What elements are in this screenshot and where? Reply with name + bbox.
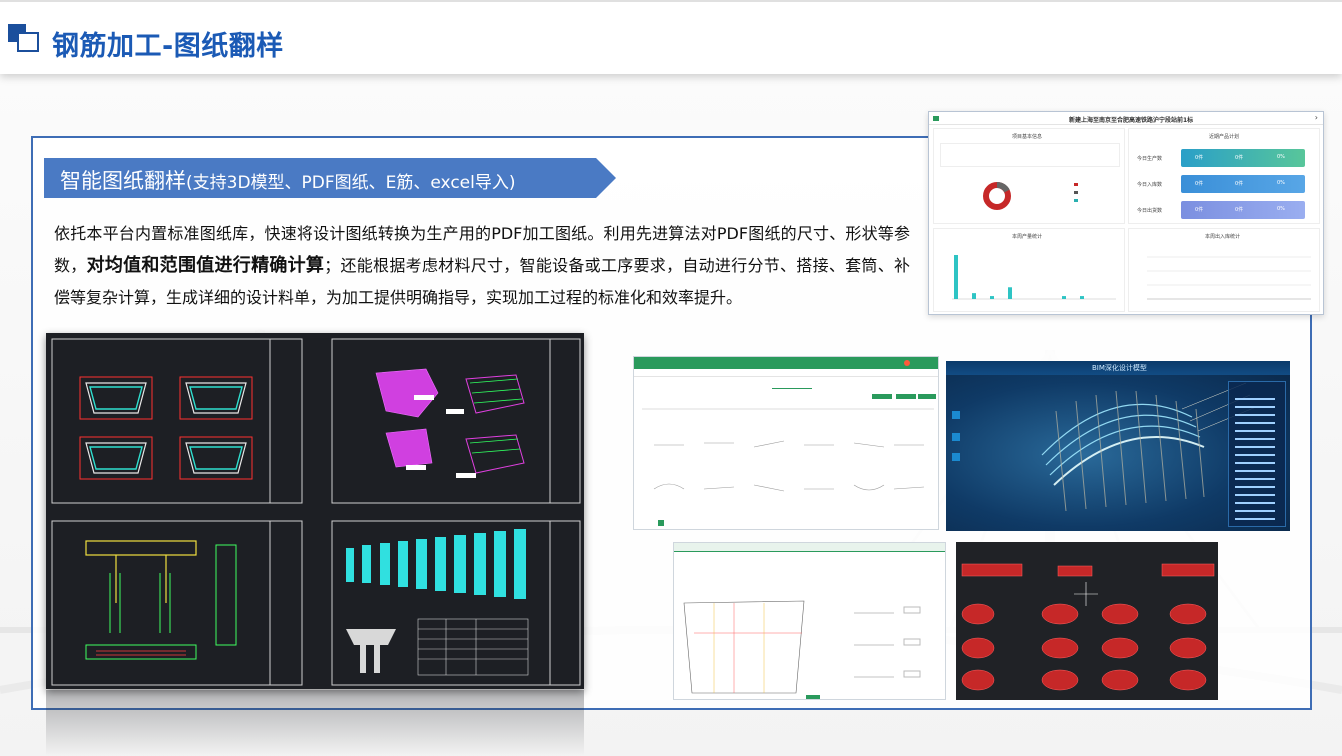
plan-row-1-c: 0%: [1277, 154, 1285, 160]
week-bar: [1062, 296, 1066, 299]
shape-grid: [642, 408, 934, 492]
plan-row-2-bar: 0件 0件 0%: [1181, 175, 1305, 193]
basic-donut-chart: [983, 182, 1011, 210]
app-action-button[interactable]: [918, 394, 936, 399]
cad-drawings-screenshot: [46, 333, 584, 689]
plan-row-2-a: 0件: [1195, 181, 1204, 187]
description-text: 依托本平台内置标准图纸库，快速将设计图纸转换为生产用的PDF加工图纸。利用先进算…: [54, 218, 910, 314]
rebar-sections-screenshot: [956, 542, 1218, 700]
page-title: 钢筋加工-图纸翻样: [52, 31, 284, 62]
cad-reflection: [46, 690, 584, 756]
bim-tree-items: [1235, 398, 1275, 520]
panel-basic-info: 项目基本信息: [933, 128, 1125, 224]
plan-row-2-c: 0%: [1277, 180, 1285, 186]
dashboard-header: 新建上海至南京至合肥高速铁路沪宁段站前1标 ›: [929, 112, 1323, 125]
header-bar: 钢筋加工-图纸翻样: [0, 0, 1342, 74]
plan-row-1-bar: 0件 0件 0%: [1181, 149, 1305, 167]
week-bar-chart: [952, 255, 1116, 300]
detail-header: [674, 543, 945, 552]
dashboard-screenshot: 新建上海至南京至合肥高速铁路沪宁段站前1标 › 项目基本信息 近期产品计划 今日…: [928, 111, 1324, 315]
plan-row-2-b: 0件: [1235, 181, 1244, 187]
plan-row-3-bar: 0件 0件 0%: [1181, 201, 1305, 219]
detail-drawing: [683, 600, 921, 694]
plan-row-2-label: 今日入库数: [1137, 182, 1163, 188]
panel-plan: 近期产品计划 今日生产数 今日入库数 今日出货数 0件 0件 0% 0件 0件 …: [1128, 128, 1320, 224]
rebar-section-grid: [961, 563, 1215, 691]
cad-drawing-sheets: [51, 338, 581, 686]
panel-plan-title: 近期产品计划: [1209, 134, 1240, 140]
basic-legend: [1074, 181, 1118, 221]
week-bar: [954, 255, 958, 299]
plan-row-3-a: 0件: [1195, 207, 1204, 213]
bim-tool-icon[interactable]: [952, 411, 960, 419]
panel-week-output: 本周产量统计: [933, 228, 1125, 312]
plan-row-3-b: 0件: [1235, 207, 1244, 213]
plan-row-3-label: 今日出货数: [1137, 208, 1163, 214]
section-banner: 智能图纸翻样(支持3D模型、PDF图纸、E筋、excel导入): [44, 158, 616, 198]
top-rule: [0, 0, 1342, 2]
plan-row-1-a: 0件: [1195, 155, 1204, 161]
app-tabs: [634, 369, 938, 377]
inout-chart-grid: [1147, 256, 1311, 300]
app-subtabs[interactable]: [772, 381, 812, 389]
section-title-main: 智能图纸翻样: [60, 169, 186, 193]
bim-tree-panel[interactable]: [1228, 381, 1286, 527]
week-bar: [990, 296, 994, 299]
plan-row-3-c: 0%: [1277, 206, 1285, 212]
week-bar: [1008, 287, 1012, 299]
app-action-button[interactable]: [872, 394, 892, 399]
plan-row-1-label: 今日生产数: [1137, 156, 1163, 162]
bim-tool-icon[interactable]: [952, 453, 960, 461]
drawing-list-screenshot: [633, 356, 939, 530]
panel-basic-title: 项目基本信息: [1012, 134, 1043, 140]
logo-squares-icon: [8, 24, 42, 52]
app-action-button[interactable]: [896, 394, 916, 399]
week-bar: [972, 293, 976, 299]
basic-stat-cards: [940, 143, 1120, 167]
bim-model-screenshot: BIM深化设计模型: [946, 361, 1290, 531]
app-topbar: [634, 357, 938, 369]
notification-icon[interactable]: [904, 360, 910, 366]
section-title-sub: (支持3D模型、PDF图纸、E筋、excel导入): [186, 173, 516, 193]
dashboard-project-title: 新建上海至南京至合肥高速铁路沪宁段站前1标: [1069, 117, 1194, 124]
pagination-active[interactable]: [658, 520, 664, 526]
rebar-detail-screenshot: [673, 542, 946, 700]
dashboard-logo-icon: [933, 116, 939, 121]
panel-inout: 本周出入库统计: [1128, 228, 1320, 312]
week-bar: [1080, 296, 1084, 299]
panel-week-title: 本周产量统计: [1012, 234, 1043, 240]
chevron-right-icon[interactable]: ›: [1315, 113, 1318, 122]
bim-tool-icon[interactable]: [952, 433, 960, 441]
section-title: 智能图纸翻样(支持3D模型、PDF图纸、E筋、excel导入): [60, 165, 515, 195]
plan-row-1-b: 0件: [1235, 155, 1244, 161]
description-bold: 对均值和范围值进行精确计算: [86, 255, 325, 276]
panel-inout-title: 本周出入库统计: [1205, 234, 1241, 240]
detail-confirm-button[interactable]: [806, 695, 820, 699]
